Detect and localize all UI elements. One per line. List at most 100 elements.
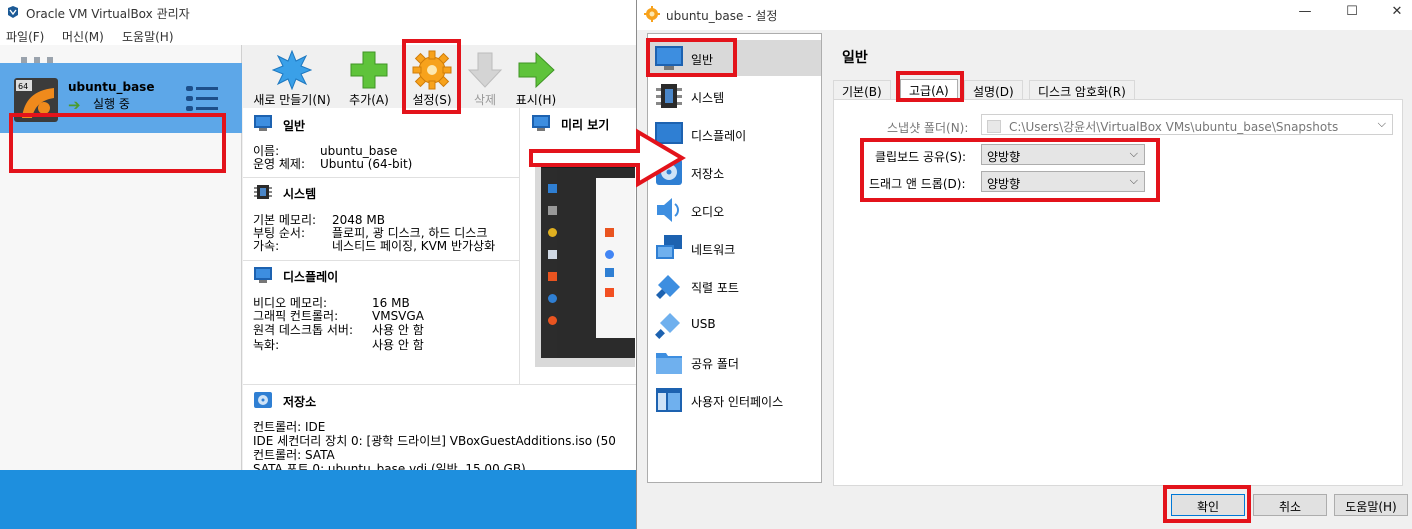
- new-vm-button[interactable]: 새로 만들기(N): [249, 50, 335, 108]
- show-arrow-icon: [518, 51, 555, 89]
- snapshot-folder-select[interactable]: C:\Users\강윤서\VirtualBox VMs\ubuntu_base\…: [981, 114, 1393, 135]
- clipboard-label: 클립보드 공유(S):: [875, 150, 967, 164]
- vm-details-menu-icon[interactable]: [186, 84, 218, 114]
- manager-title-bar: Oracle VM VirtualBox 관리자: [0, 0, 636, 25]
- category-label: 오디오: [691, 205, 725, 219]
- folder-icon: [987, 120, 1001, 133]
- running-arrow-icon: ➔: [68, 96, 81, 114]
- show-label: 표시(H): [515, 93, 557, 107]
- menu-machine[interactable]: 머신(M): [62, 28, 104, 45]
- category-system[interactable]: 시스템: [649, 78, 821, 114]
- add-plus-icon: [350, 51, 388, 89]
- general-monitor-icon: [655, 46, 683, 70]
- serial-port-icon: [656, 275, 680, 299]
- drag-drop-value: 양방향: [987, 177, 1021, 191]
- category-usb[interactable]: USB: [649, 306, 821, 342]
- drag-drop-select[interactable]: 양방향 ⌵: [981, 171, 1145, 192]
- close-button[interactable]: ✕: [1382, 4, 1412, 24]
- snapshot-folder-label: 스냅샷 폴더(N):: [887, 121, 969, 135]
- settings-title: ubuntu_base - 설정: [666, 9, 778, 23]
- manager-title: Oracle VM VirtualBox 관리자: [26, 7, 190, 21]
- category-serial-ports[interactable]: 직렬 포트: [649, 268, 821, 304]
- discard-label: 삭제: [473, 93, 497, 107]
- discard-button[interactable]: 삭제: [465, 50, 505, 108]
- system-chip-icon: [656, 84, 682, 108]
- storage-line: 컨트롤러: SATA: [253, 448, 335, 462]
- clipboard-value: 양방향: [987, 150, 1021, 164]
- show-button[interactable]: 표시(H): [511, 50, 561, 108]
- ok-button[interactable]: 확인: [1171, 494, 1245, 516]
- general-monitor-icon: [254, 115, 272, 131]
- settings-dialog: ubuntu_base - 설정 — ☐ ✕ 일반 시스템 디스플레이 저장소 …: [636, 0, 1412, 529]
- details-column-divider: [519, 108, 520, 384]
- clipboard-select[interactable]: 양방향 ⌵: [981, 144, 1145, 165]
- general-section-title[interactable]: 일반: [283, 117, 305, 134]
- chevron-down-icon: ⌵: [1129, 147, 1138, 160]
- audio-speaker-icon: [657, 198, 679, 222]
- maximize-button[interactable]: ☐: [1337, 4, 1367, 24]
- shared-folder-icon: [656, 353, 682, 374]
- network-icon: [656, 235, 682, 259]
- category-network[interactable]: 네트워크: [649, 230, 821, 266]
- display-monitor-icon: [254, 267, 272, 283]
- menu-help[interactable]: 도움말(H): [122, 28, 174, 45]
- display-rdp-key: 원격 데스크톱 서버:: [253, 323, 353, 337]
- vm-preview-screen: [541, 158, 635, 358]
- virtualbox-manager-window: Oracle VM VirtualBox 관리자 파일(F) 머신(M) 도움말…: [0, 0, 636, 529]
- section-divider: [243, 260, 519, 261]
- general-os-key: 운영 체제:: [253, 157, 306, 171]
- chevron-down-icon: ⌵: [1377, 117, 1386, 130]
- system-accel-key: 가속:: [253, 239, 280, 253]
- section-divider: [243, 384, 636, 385]
- vm-name: ubuntu_base: [68, 80, 155, 94]
- display-controller-key: 그래픽 컨트롤러:: [253, 309, 339, 323]
- display-recording-key: 녹화:: [253, 338, 280, 352]
- vm-bitness-badge: 64: [18, 82, 28, 91]
- category-shared-folders[interactable]: 공유 폴더: [649, 344, 821, 380]
- snapshot-folder-value: C:\Users\강윤서\VirtualBox VMs\ubuntu_base\…: [1009, 120, 1339, 134]
- settings-category-list: 일반 시스템 디스플레이 저장소 오디오 네트워크 직렬 포트 USB 공유 폴…: [647, 33, 822, 483]
- category-label: 공유 폴더: [691, 357, 739, 371]
- tab-advanced[interactable]: 고급(A): [900, 79, 958, 100]
- category-user-interface[interactable]: 사용자 인터페이스: [649, 382, 821, 418]
- category-label: 사용자 인터페이스: [691, 395, 784, 409]
- discard-arrow-icon: [467, 52, 503, 88]
- chevron-down-icon: ⌵: [1129, 174, 1138, 187]
- display-rdp-value: 사용 안 함: [372, 323, 424, 337]
- category-label: 시스템: [691, 91, 725, 105]
- manager-menu-bar: 파일(F) 머신(M) 도움말(H): [0, 25, 636, 45]
- add-vm-button[interactable]: 추가(A): [341, 50, 397, 108]
- display-section-title[interactable]: 디스플레이: [283, 268, 338, 285]
- settings-label: 설정(S): [412, 93, 452, 107]
- system-section-title[interactable]: 시스템: [283, 185, 316, 202]
- category-label: 디스플레이: [691, 129, 747, 143]
- display-recording-value: 사용 안 함: [372, 338, 424, 352]
- menu-file[interactable]: 파일(F): [6, 28, 44, 45]
- manager-toolbar: 새로 만들기(N) 추가(A) 설정(S) 삭제 표시(H): [243, 45, 636, 107]
- section-divider: [243, 177, 519, 178]
- cancel-button[interactable]: 취소: [1253, 494, 1327, 516]
- category-general[interactable]: 일반: [649, 40, 821, 76]
- new-vm-star-icon: [272, 50, 312, 90]
- tab-basic[interactable]: 기본(B): [833, 80, 891, 99]
- minimize-button[interactable]: —: [1290, 4, 1320, 24]
- help-button[interactable]: 도움말(H): [1334, 494, 1408, 516]
- category-label: 일반: [691, 53, 714, 67]
- tab-description[interactable]: 설명(D): [964, 80, 1023, 99]
- system-accel-value: 네스티드 페이징, KVM 반가상화: [332, 239, 496, 253]
- tab-disk-encryption[interactable]: 디스크 암호화(R): [1029, 80, 1135, 99]
- settings-button[interactable]: 설정(S): [405, 50, 459, 108]
- category-label: 네트워크: [691, 243, 736, 257]
- storage-line: IDE 세컨더리 장치 0: [광학 드라이브] VBoxGuestAdditi…: [253, 434, 616, 448]
- settings-title-bar: ubuntu_base - 설정 — ☐ ✕: [637, 0, 1412, 30]
- new-vm-label: 새로 만들기(N): [253, 93, 331, 107]
- category-label: 저장소: [691, 167, 725, 181]
- category-audio[interactable]: 오디오: [649, 192, 821, 228]
- settings-gear-icon: [412, 50, 452, 90]
- system-chip-icon: [254, 185, 272, 199]
- drag-drop-label: 드래그 앤 드롭(D):: [869, 177, 966, 191]
- vm-state: 실행 중: [93, 97, 130, 111]
- category-label: 직렬 포트: [691, 281, 739, 295]
- storage-section-title[interactable]: 저장소: [283, 393, 316, 410]
- virtualbox-logo-icon: [8, 6, 18, 18]
